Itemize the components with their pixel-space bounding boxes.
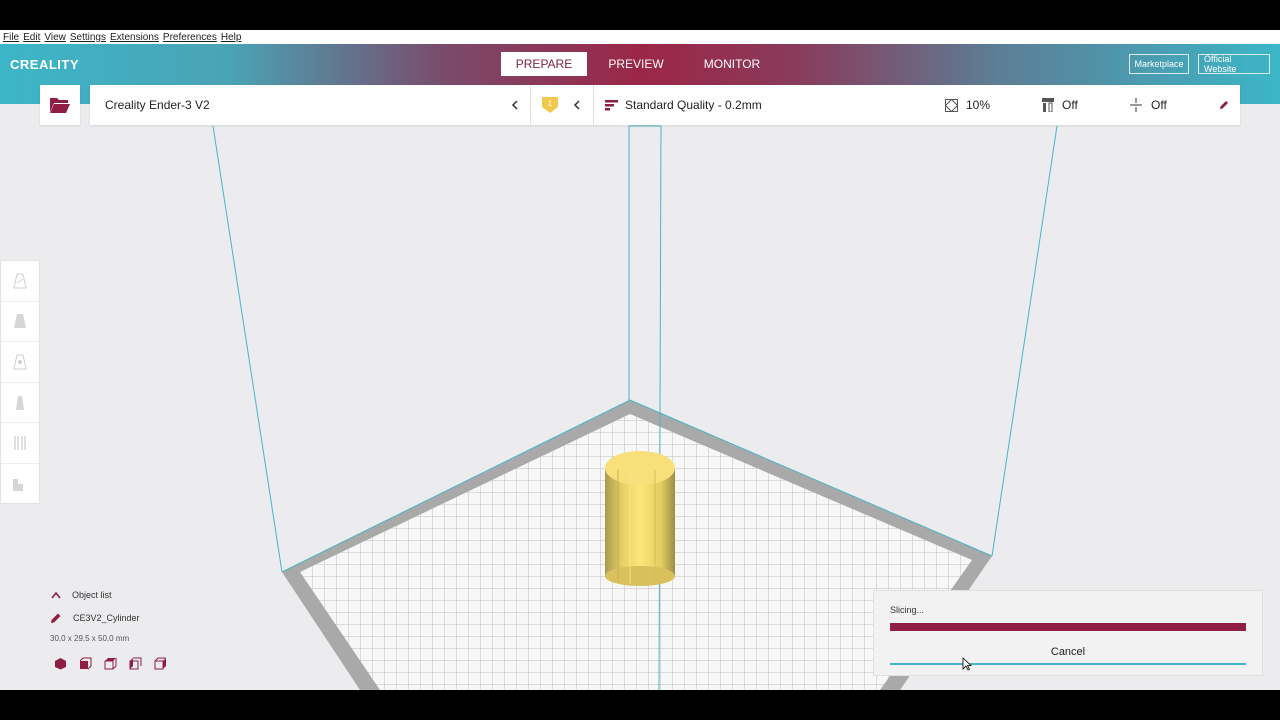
- left-view-icon[interactable]: [129, 657, 142, 670]
- edit-settings-button[interactable]: [1218, 85, 1230, 125]
- pencil-icon: [1220, 101, 1228, 109]
- chevron-up-icon: [51, 591, 61, 599]
- quality-profile-icon: [605, 100, 618, 111]
- move-tool-icon: [13, 273, 27, 289]
- infill-setting[interactable]: 10%: [945, 85, 990, 125]
- toolbar-divider: [530, 85, 531, 125]
- official-website-button[interactable]: Official Website: [1198, 54, 1270, 74]
- scale-tool-button[interactable]: [1, 302, 39, 343]
- right-view-icon[interactable]: [154, 657, 167, 670]
- support-blocker-button[interactable]: [1, 464, 39, 505]
- quality-label: Standard Quality - 0.2mm: [625, 98, 762, 112]
- scale-tool-icon: [14, 314, 26, 329]
- menu-help[interactable]: Help: [221, 32, 242, 43]
- object-dimensions: 30.0 x 29.5 x 50.0 mm: [50, 634, 130, 643]
- per-model-settings-icon: [14, 436, 26, 451]
- slicing-progress-fill: [890, 623, 1246, 631]
- rotate-tool-icon: [13, 354, 27, 370]
- cylinder-model[interactable]: [605, 451, 675, 586]
- slicing-panel: Slicing... Cancel: [873, 590, 1263, 676]
- mouse-cursor-icon: [962, 657, 972, 671]
- extruder-chevron-icon[interactable]: [572, 85, 582, 125]
- rotate-tool-button[interactable]: [1, 342, 39, 383]
- printer-selector[interactable]: Creality Ender-3 V2: [105, 85, 210, 125]
- cancel-slicing-button[interactable]: Cancel: [890, 641, 1246, 665]
- toolbar-divider: [593, 85, 594, 125]
- top-view-icon[interactable]: [104, 657, 117, 670]
- view-buttons: [50, 657, 167, 670]
- tab-prepare[interactable]: PREPARE: [501, 52, 587, 76]
- menu-extensions[interactable]: Extensions: [110, 32, 159, 43]
- support-value: Off: [1062, 98, 1078, 112]
- support-setting[interactable]: Off: [1042, 85, 1078, 125]
- print-setup-toolbar: Creality Ender-3 V2 1 Standard Quality -…: [90, 85, 1240, 125]
- menu-bar: File Edit View Settings Extensions Prefe…: [0, 30, 1280, 44]
- object-list-panel: Object list CE3V2_Cylinder 30.0 x 29.5 x…: [50, 590, 167, 670]
- adhesion-setting[interactable]: Off: [1130, 85, 1167, 125]
- infill-icon: [945, 98, 958, 112]
- per-model-settings-button[interactable]: [1, 423, 39, 464]
- bottom-black-bar: [0, 690, 1280, 720]
- menu-view[interactable]: View: [44, 32, 66, 43]
- quality-selector[interactable]: Standard Quality - 0.2mm: [605, 85, 762, 125]
- printer-chevron-icon[interactable]: [510, 85, 520, 125]
- slicing-progress-bar: [890, 623, 1246, 631]
- tool-panel: [0, 260, 40, 505]
- pencil-icon: [51, 613, 61, 623]
- menu-edit[interactable]: Edit: [23, 32, 40, 43]
- object-name-row[interactable]: CE3V2_Cylinder: [50, 612, 167, 624]
- object-list-toggle[interactable]: Object list: [50, 590, 167, 600]
- mirror-tool-button[interactable]: [1, 383, 39, 424]
- extruder-icon: 1: [542, 97, 558, 113]
- folder-open-icon: [50, 98, 70, 113]
- printer-name: Creality Ender-3 V2: [105, 98, 210, 112]
- object-list-title: Object list: [72, 590, 112, 600]
- tab-preview[interactable]: PREVIEW: [600, 52, 672, 76]
- slicing-status: Slicing...: [890, 605, 925, 615]
- marketplace-button[interactable]: Marketplace: [1129, 54, 1189, 74]
- extruder-number: 1: [548, 99, 553, 108]
- support-icon: [1042, 98, 1054, 112]
- infill-value: 10%: [966, 98, 991, 112]
- support-blocker-icon: [13, 478, 23, 491]
- extruder-selector[interactable]: 1: [540, 85, 560, 125]
- creality-logo: CREALITY: [10, 57, 79, 72]
- open-file-button[interactable]: [40, 85, 80, 125]
- front-view-icon[interactable]: [79, 657, 92, 670]
- adhesion-icon: [1130, 98, 1142, 112]
- top-black-bar: [0, 0, 1280, 30]
- menu-settings[interactable]: Settings: [70, 32, 106, 43]
- mirror-tool-icon: [16, 395, 24, 410]
- menu-file[interactable]: File: [3, 32, 19, 43]
- menu-preferences[interactable]: Preferences: [163, 32, 217, 43]
- tab-monitor[interactable]: MONITOR: [694, 52, 770, 76]
- adhesion-value: Off: [1151, 98, 1167, 112]
- 3d-view-icon[interactable]: [54, 657, 67, 670]
- object-name: CE3V2_Cylinder: [73, 613, 140, 623]
- move-tool-button[interactable]: [1, 261, 39, 302]
